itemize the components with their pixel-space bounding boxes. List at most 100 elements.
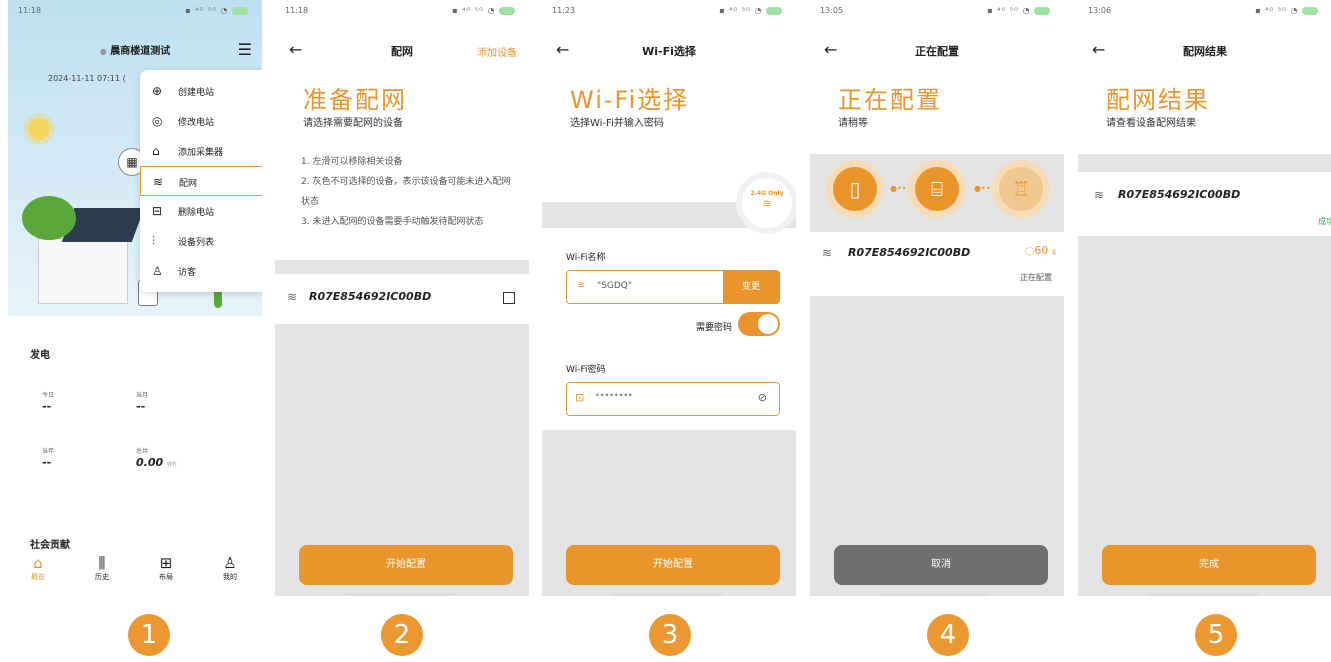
status-time: 11:18 [18,6,42,15]
user-icon: ♙ [223,554,237,572]
progress-dots: ●•• [974,184,991,193]
tab-layout[interactable]: ⊞ 布局 [146,554,186,582]
nav-title: 正在配置 [915,45,959,58]
page-subtitle: 请查看设备配网结果 [1106,118,1196,129]
stat-month-label: 当月 [136,392,149,399]
date-label: 2024-11-11 07:11 ( [48,74,126,83]
dropdown-menu: ⊕ 创建电站 ◎ 修改电站 ⌂ 添加采集器 ≋ 配网 ⊟ 删除电站 ⫶ 设备列表 ♙ 访客 [140,70,262,292]
tab-history[interactable]: ⫼ 历史 [82,554,122,582]
wifi-icon: ≋ [153,175,164,189]
eye-off-icon[interactable]: ⊘ [758,391,767,404]
ssid-field[interactable]: ≋ "SGDQ" 变更 [566,270,780,304]
list-icon: ⫶ [152,234,156,248]
home-indicator [345,593,455,596]
wifi-icon: ≋ [1094,188,1105,202]
generation-title: 发电 [30,350,50,361]
tab-profile[interactable]: ♙ 我的 [210,554,250,582]
status-text: 正在配置 [1020,273,1052,282]
device-checkbox[interactable] [503,292,515,304]
home-icon: ⌂ [33,554,43,572]
trash-icon: ⊟ [152,204,163,218]
status-time: 13:06 [1088,6,1112,15]
device-id: R07E854692IC00BD [309,290,432,303]
start-config-button[interactable]: 开始配置 [299,545,513,585]
band-label: 2.4G Only [750,190,784,197]
step-number-5: 5 [1195,614,1237,656]
status-bar: 13:06 ▪ ⁴ᴳ ⁵ᴳ ◔ [1078,0,1331,22]
password-field[interactable]: ⊡ ⊘ [566,382,780,416]
router-stage-icon: ♖ [992,160,1050,218]
menu-item-edit-station[interactable]: ◎ 修改电站 [140,106,262,136]
change-button[interactable]: 变更 [723,271,779,303]
instruction-1: 1. 左滑可以移除相关设备 [301,157,403,167]
need-password-toggle[interactable] [738,312,780,336]
status-bar: 11:18 ▪ ⁴ᴳ ⁵ᴳ ◔ [275,0,529,22]
tab-overview[interactable]: ⌂ 概览 [18,554,58,582]
ssid-value: "SGDQ" [597,281,632,291]
status-icons: ▪ ⁴ᴳ ⁵ᴳ ◔ [185,6,248,15]
stat-today-value: -- [42,400,52,413]
status-icons: ▪ ⁴ᴳ ⁵ᴳ ◔ [987,6,1050,15]
menu-item-delete-station[interactable]: ⊟ 删除电站 [140,196,262,226]
stat-today-label: 今日 [42,392,55,399]
success-status: 成功 [1318,217,1331,226]
status-bar: 11:23 ▪ ⁴ᴳ ⁵ᴳ ◔ [542,0,796,22]
collector-stage-icon: ⌸ [908,160,966,218]
password-label: Wi-Fi密码 [566,365,606,375]
stat-total-label: 总共 [136,448,149,455]
status-bar: 11:18 ▪ ⁴ᴳ ⁵ᴳ ◔ [8,0,262,22]
menu-item-network-config[interactable]: ≋ 配网 [140,166,262,196]
step-number-2: 2 [381,614,423,656]
wifi-form-card: Wi-Fi名称 ≋ "SGDQ" 变更 需要密码 Wi-Fi密码 ⊡ ⊘ [542,228,796,430]
menu-item-visitor[interactable]: ♙ 访客 [140,256,262,286]
nav-bar: ← 配网 添加设备 [275,40,529,64]
status-time: 13:05 [820,6,844,15]
result-row: ≋ R07E854692IC00BD 成功 [1078,172,1331,236]
device-row: ≋ R07E854692IC00BD ◌60 s 正在配置 [810,232,1064,296]
page-title: 配网结果 [1106,86,1210,114]
add-device-link[interactable]: 添加设备 [477,44,517,59]
countdown: ◌60 s [1024,244,1056,257]
home-indicator [880,593,990,596]
plus-circle-icon: ⊕ [152,84,163,98]
wifi-icon: ≋ [822,246,833,260]
phone-stage-icon: ▯ [826,160,884,218]
instruction-3: 3. 未进入配网的设备需要手动触发待配网状态 [301,217,484,227]
house-illustration [38,238,128,304]
device-row[interactable]: ≋ R07E854692IC00BD [275,274,529,324]
nav-title: Wi-Fi选择 [642,45,696,58]
menu-item-device-list[interactable]: ⫶ 设备列表 [140,226,262,256]
phone-screen-1: 11:18 ▪ ⁴ᴳ ⁵ᴳ ◔ ● 晨商楼道测试 ☰ 2024-11-11 07… [8,0,262,596]
bottom-tab-bar: ⌂ 概览 ⫼ 历史 ⊞ 布局 ♙ 我的 [8,552,262,592]
need-password-label: 需要密码 [695,323,732,333]
status-time: 11:23 [552,6,576,15]
page-title: Wi-Fi选择 [570,86,690,114]
menu-item-create-station[interactable]: ⊕ 创建电站 [140,76,262,106]
wifi-icon: ≋ [762,197,772,210]
cancel-button[interactable]: 取消 [834,545,1048,585]
nav-bar: ← 配网结果 [1078,40,1331,64]
status-time: 11:18 [285,6,309,15]
edit-icon: ◎ [152,114,163,128]
status-icons: ▪ ⁴ᴳ ⁵ᴳ ◔ [452,6,515,15]
stat-year-label: 当年 [42,448,55,455]
password-input[interactable] [595,391,735,400]
visitor-icon: ♙ [152,264,163,278]
step-number-1: 1 [128,614,170,656]
instructions: 1. 左滑可以移除相关设备 2. 灰色不可选择的设备，表示该设备可能未进入配网状… [301,152,513,232]
done-button[interactable]: 完成 [1102,545,1316,585]
ssid-label: Wi-Fi名称 [566,253,606,263]
device-id: R07E854692IC00BD [848,246,971,259]
step-number-3: 3 [649,614,691,656]
progress-dots: ●•• [890,184,907,193]
stat-total-value: 0.00 Wh [136,456,177,469]
menu-item-add-collector[interactable]: ⌂ 添加采集器 [140,136,262,166]
nav-bar: ← 正在配置 [810,40,1064,64]
router-icon: ⌂ [152,144,160,158]
home-indicator [612,593,722,596]
station-title[interactable]: ● 晨商楼道测试 [8,42,262,57]
hamburger-menu-icon[interactable]: ☰ [238,40,252,59]
page-subtitle: 选择Wi-Fi并输入密码 [570,118,664,129]
generation-card: 发电 今日 -- 当月 -- 当年 -- 总共 0.00 Wh [18,330,252,508]
start-config-button[interactable]: 开始配置 [566,545,780,585]
